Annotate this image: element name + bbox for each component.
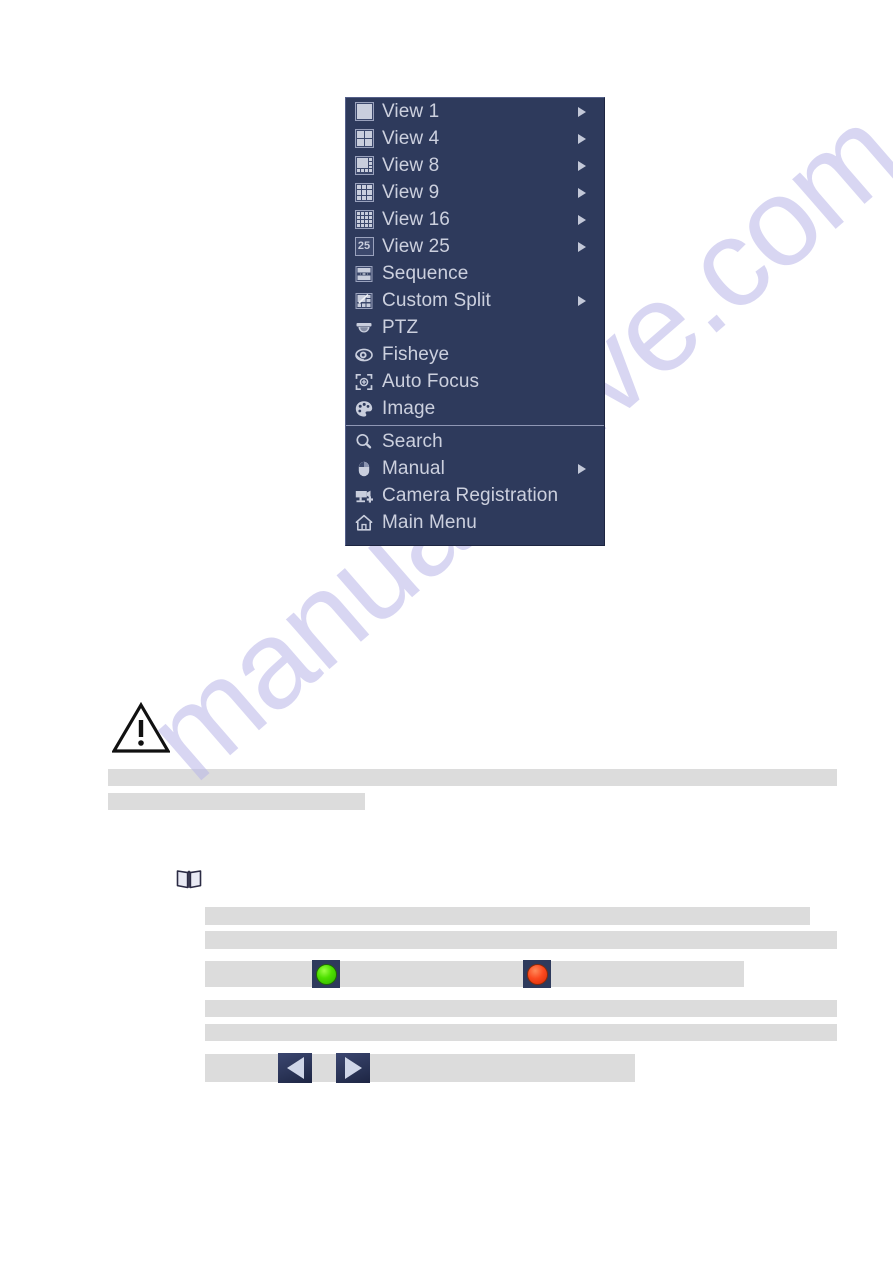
- view-9-grid-icon: [353, 182, 375, 204]
- menu-item-label: View 16: [382, 209, 450, 230]
- menu-item-label: View 8: [382, 155, 440, 176]
- view-16-grid-icon: [353, 209, 375, 231]
- warning-triangle-icon: [111, 701, 171, 759]
- menu-item-view-9[interactable]: View 9: [346, 179, 604, 206]
- redacted-text-bar: [108, 793, 365, 810]
- status-indicator-red: [523, 960, 551, 988]
- redacted-text-bar: [205, 1054, 635, 1082]
- nvr-right-click-menu[interactable]: View 1 View 4 View 8 View 9 View 16 25 V…: [345, 97, 605, 546]
- menu-item-auto-focus[interactable]: Auto Focus: [346, 368, 604, 395]
- menu-item-search[interactable]: Search: [346, 428, 604, 455]
- submenu-arrow-icon: [578, 214, 586, 225]
- fisheye-eye-icon: [353, 344, 375, 366]
- view-1-grid-icon: [353, 101, 375, 123]
- red-circle-icon: [526, 963, 548, 985]
- menu-item-label: Fisheye: [382, 344, 450, 365]
- menu-item-sequence[interactable]: Sequence: [346, 260, 604, 287]
- redacted-text-bar: [205, 1000, 837, 1017]
- menu-item-camera-registration[interactable]: Camera Registration: [346, 482, 604, 509]
- sequence-icon: [353, 263, 375, 285]
- green-circle-icon: [315, 963, 337, 985]
- menu-item-fisheye[interactable]: Fisheye: [346, 341, 604, 368]
- submenu-arrow-icon: [578, 187, 586, 198]
- menu-item-label: View 1: [382, 101, 440, 122]
- mouse-icon: [353, 458, 375, 480]
- menu-item-label: Image: [382, 398, 436, 419]
- redacted-text-bar: [205, 931, 837, 949]
- custom-split-icon: [353, 290, 375, 312]
- menu-item-manual[interactable]: Manual: [346, 455, 604, 482]
- menu-item-view-1[interactable]: View 1: [346, 98, 604, 125]
- status-indicator-green: [312, 960, 340, 988]
- view-8-grid-icon: [353, 155, 375, 177]
- menu-item-label: Auto Focus: [382, 371, 480, 392]
- menu-item-label: PTZ: [382, 317, 419, 338]
- previous-arrow-button[interactable]: [278, 1053, 312, 1083]
- arrow-right-icon: [344, 1057, 362, 1079]
- auto-focus-icon: [353, 371, 375, 393]
- image-palette-icon: [353, 398, 375, 420]
- search-magnifier-icon: [353, 431, 375, 453]
- menu-item-label: View 4: [382, 128, 440, 149]
- menu-group-system: Search Manual Camera Registration Main M…: [346, 428, 604, 536]
- redacted-text-bar: [108, 769, 837, 786]
- submenu-arrow-icon: [578, 106, 586, 117]
- menu-item-view-16[interactable]: View 16: [346, 206, 604, 233]
- menu-group-view: View 1 View 4 View 8 View 9 View 16 25 V…: [346, 98, 604, 422]
- menu-item-label: Camera Registration: [382, 485, 559, 506]
- redacted-text-bar: [205, 1024, 837, 1041]
- menu-item-label: View 9: [382, 182, 440, 203]
- next-arrow-button[interactable]: [336, 1053, 370, 1083]
- submenu-arrow-icon: [578, 160, 586, 171]
- menu-item-label: Search: [382, 431, 443, 452]
- submenu-arrow-icon: [578, 463, 586, 474]
- menu-item-label: Sequence: [382, 263, 469, 284]
- menu-divider: [346, 425, 604, 426]
- menu-item-view-25[interactable]: 25 View 25: [346, 233, 604, 260]
- menu-item-label: View 25: [382, 236, 450, 257]
- submenu-arrow-icon: [578, 295, 586, 306]
- menu-item-custom-split[interactable]: Custom Split: [346, 287, 604, 314]
- view-4-grid-icon: [353, 128, 375, 150]
- menu-item-label: Main Menu: [382, 512, 477, 533]
- camera-add-icon: [353, 485, 375, 507]
- submenu-arrow-icon: [578, 133, 586, 144]
- note-book-icon: [176, 868, 202, 895]
- view-25-grid-icon: 25: [353, 236, 375, 258]
- menu-item-label: Custom Split: [382, 290, 491, 311]
- redacted-text-bar: [205, 907, 810, 925]
- arrow-left-icon: [286, 1057, 304, 1079]
- menu-item-view-4[interactable]: View 4: [346, 125, 604, 152]
- home-house-icon: [353, 512, 375, 534]
- ptz-dome-icon: [353, 317, 375, 339]
- menu-item-main-menu[interactable]: Main Menu: [346, 509, 604, 536]
- redacted-text-bar: [205, 961, 744, 987]
- menu-item-view-8[interactable]: View 8: [346, 152, 604, 179]
- submenu-arrow-icon: [578, 241, 586, 252]
- menu-item-ptz[interactable]: PTZ: [346, 314, 604, 341]
- menu-item-image[interactable]: Image: [346, 395, 604, 422]
- menu-item-label: Manual: [382, 458, 445, 479]
